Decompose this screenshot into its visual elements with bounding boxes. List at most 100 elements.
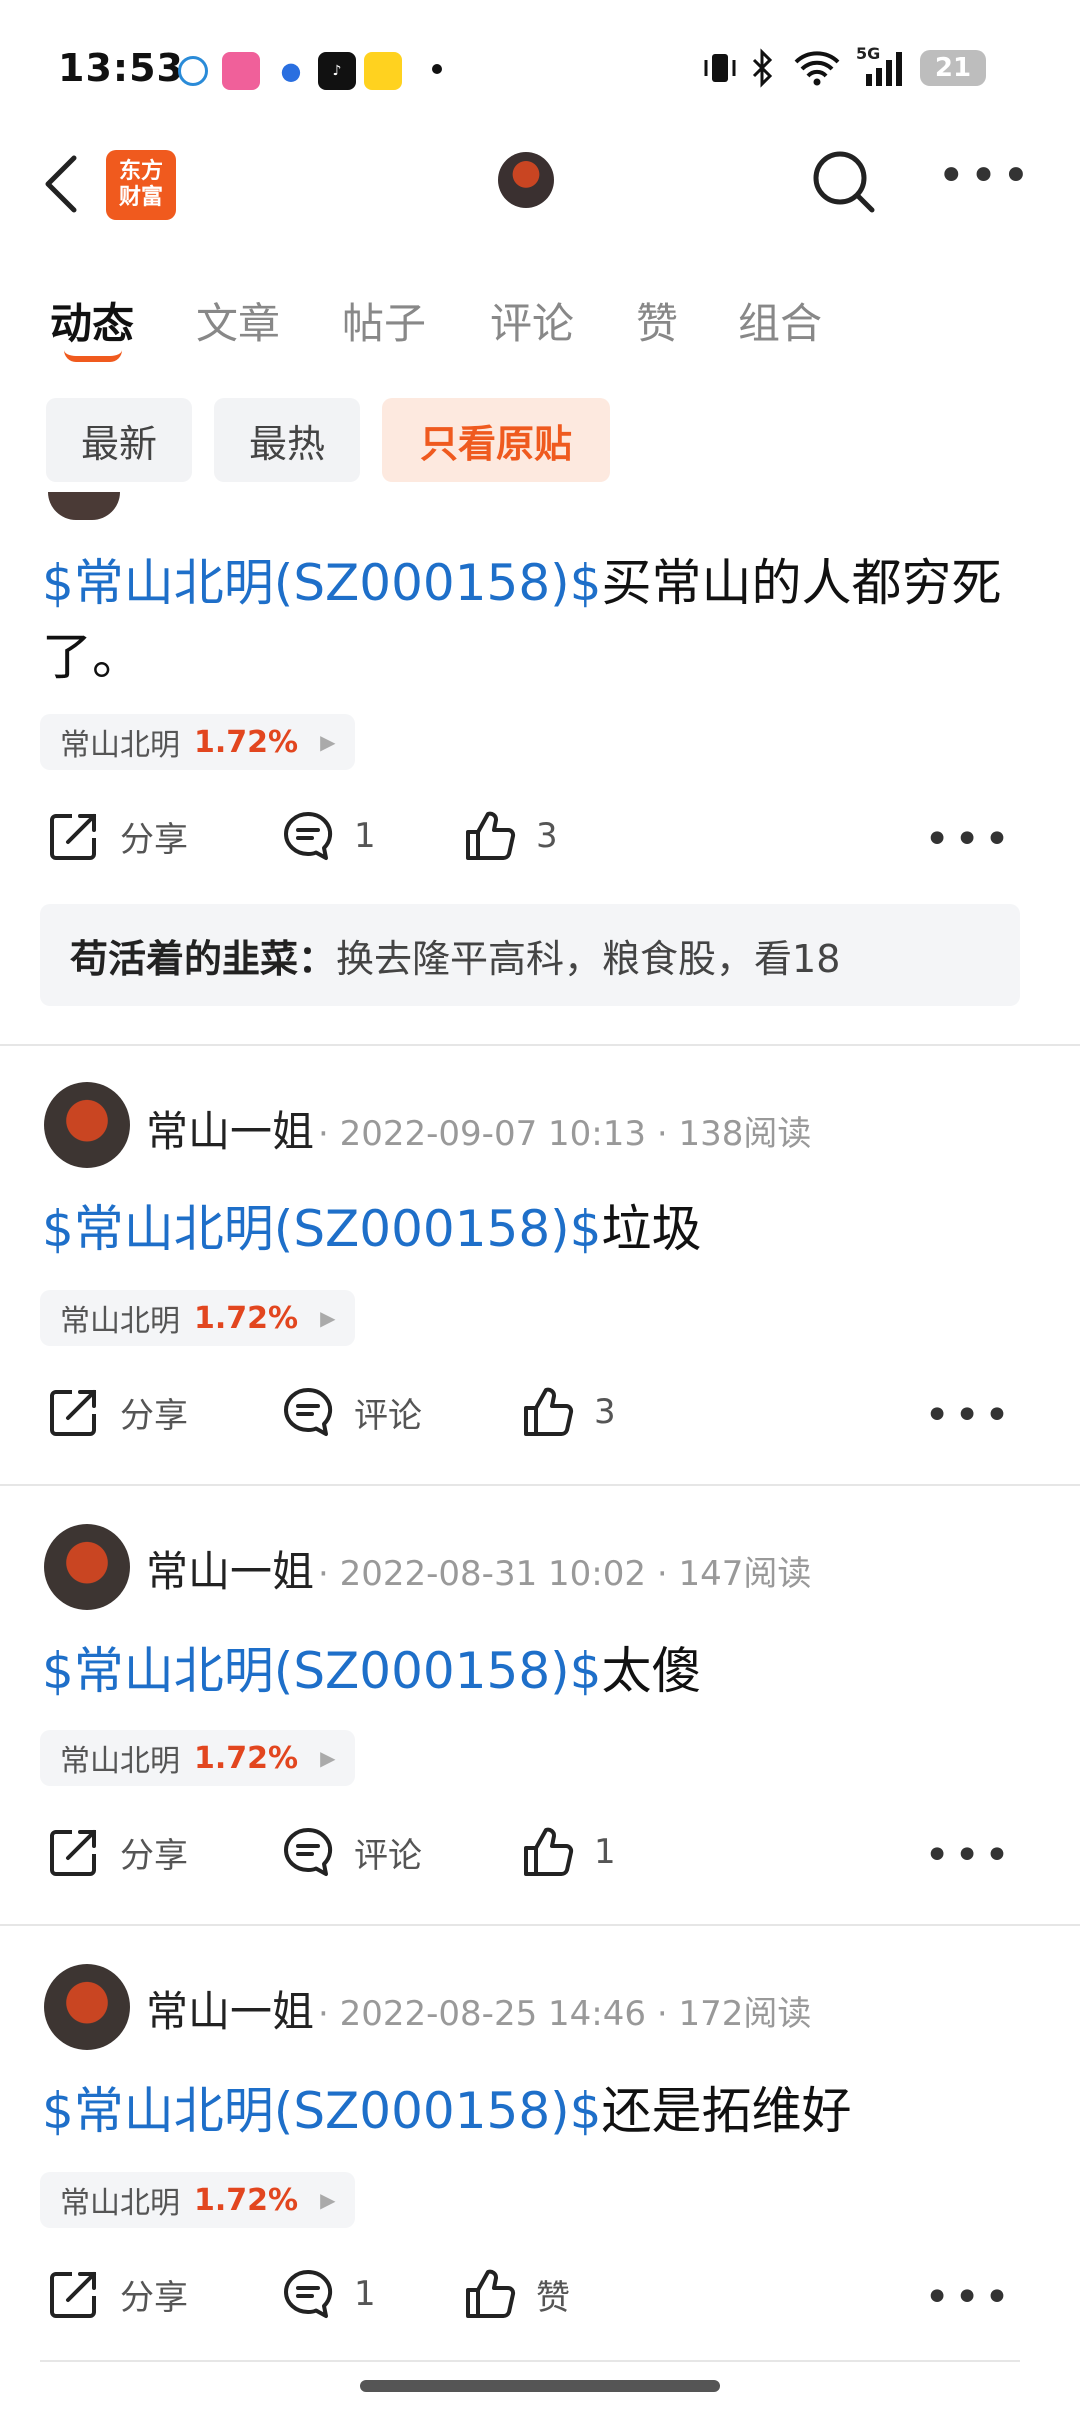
like-icon: [466, 2269, 516, 2318]
like-button[interactable]: 赞: [462, 2266, 570, 2322]
reply-text: 换去隆平高科，粮食股，看18: [336, 936, 841, 981]
post-text-cont: 了。: [42, 628, 142, 686]
back-icon[interactable]: [40, 152, 84, 216]
share-icon: [50, 1390, 96, 1436]
post-meta: · 2022-09-07 10:13 · 138阅读: [318, 1114, 812, 1154]
stock-tag-arrow-icon: ▶: [320, 1306, 336, 1330]
like-icon: [524, 1827, 574, 1876]
post-body: $常山北明(SZ000158)$垃圾: [42, 1192, 1042, 1266]
post-text: 买常山的人都穷死: [601, 554, 1002, 612]
stock-link[interactable]: $常山北明(SZ000158)$: [42, 1642, 602, 1700]
stock-link[interactable]: $常山北明(SZ000158)$: [42, 1200, 602, 1258]
filter-original-only[interactable]: 只看原贴: [382, 398, 610, 482]
post-more-icon[interactable]: •••: [924, 2272, 1014, 2323]
status-bar: 13:53 ● ♪ 5G 21: [0, 0, 1080, 140]
stock-tag-name: 常山北明: [60, 2186, 180, 2221]
post-text: 太傻: [601, 1642, 702, 1700]
like-label: 赞: [536, 2277, 570, 2318]
share-label: 分享: [120, 819, 188, 860]
like-icon: [524, 1387, 574, 1436]
filter-hottest[interactable]: 最热: [214, 398, 360, 482]
post-text: 垃圾: [601, 1200, 702, 1258]
stock-tag-arrow-icon: ▶: [320, 2188, 336, 2212]
vibrate-icon: [704, 54, 736, 82]
like-button[interactable]: 3: [462, 808, 558, 864]
tab-tiezi[interactable]: 帖子: [342, 290, 426, 351]
more-menu-icon[interactable]: •••: [937, 148, 1034, 204]
like-button[interactable]: 1: [520, 1824, 616, 1880]
hot-reply[interactable]: 苟活着的韭菜： 换去隆平高科，粮食股，看18: [40, 904, 1020, 1006]
stock-link[interactable]: $常山北明(SZ000158)$: [42, 2082, 602, 2140]
status-time: 13:53: [58, 46, 184, 90]
post-username[interactable]: 常山一姐: [146, 1538, 314, 1599]
stock-tag[interactable]: 常山北明 1.72% ▶: [40, 1290, 356, 1346]
signal-icon: [866, 52, 902, 86]
tab-wenzhang[interactable]: 文章: [196, 290, 280, 351]
share-button[interactable]: 分享: [46, 1824, 188, 1880]
active-tab-indicator: [64, 350, 122, 362]
search-icon[interactable]: [808, 146, 880, 218]
tab-pinglun[interactable]: 评论: [490, 290, 574, 351]
post-avatar[interactable]: [48, 492, 120, 520]
reply-user: 苟活着的韭菜：: [70, 936, 337, 981]
stock-tag-name: 常山北明: [60, 1304, 180, 1339]
comment-icon: [284, 2269, 333, 2318]
post-more-icon[interactable]: •••: [924, 814, 1014, 865]
tab-zuhe[interactable]: 组合: [738, 290, 822, 351]
post-avatar[interactable]: [44, 1964, 130, 2050]
post-meta: · 2022-08-31 10:02 · 147阅读: [318, 1554, 812, 1594]
share-icon: [50, 1830, 96, 1876]
share-button[interactable]: 分享: [46, 1384, 188, 1440]
stock-tag-change: 1.72%: [194, 1740, 299, 1776]
like-count: 3: [536, 816, 558, 856]
post-username[interactable]: 常山一姐: [146, 1098, 314, 1159]
comment-button[interactable]: 评论: [280, 1824, 422, 1880]
app-notification-icon: [178, 56, 208, 86]
divider: [0, 1924, 1080, 1926]
tab-dongtai[interactable]: 动态: [50, 290, 134, 351]
filter-latest[interactable]: 最新: [46, 398, 192, 482]
stock-tag[interactable]: 常山北明 1.72% ▶: [40, 2172, 356, 2228]
more-notifications-dot: [432, 64, 442, 74]
share-button[interactable]: 分享: [46, 808, 188, 864]
post-username[interactable]: 常山一姐: [146, 1978, 314, 2039]
stock-tag-arrow-icon: ▶: [320, 1746, 336, 1770]
post-avatar[interactable]: [44, 1524, 130, 1610]
post-avatar[interactable]: [44, 1082, 130, 1168]
post-time: 2022-08-31 10:02: [339, 1554, 647, 1594]
stock-tag[interactable]: 常山北明 1.72% ▶: [40, 1730, 356, 1786]
comment-count: 1: [354, 816, 376, 856]
share-label: 分享: [120, 1395, 188, 1436]
profile-avatar[interactable]: [498, 152, 554, 208]
share-icon: [50, 814, 96, 860]
stock-tag-change: 1.72%: [194, 724, 299, 760]
post-meta: · 2022-08-25 14:46 · 172阅读: [318, 1994, 812, 2034]
stock-tag-arrow-icon: ▶: [320, 730, 336, 754]
comment-button[interactable]: 1: [280, 808, 376, 864]
post-more-icon[interactable]: •••: [924, 1390, 1014, 1441]
stock-tag-change: 1.72%: [194, 1300, 299, 1336]
comment-button[interactable]: 1: [280, 2266, 376, 2322]
wifi-icon: [794, 51, 840, 86]
post-body: $常山北明(SZ000158)$买常山的人都穷死 了。: [42, 546, 1042, 694]
stock-tag[interactable]: 常山北明 1.72% ▶: [40, 714, 356, 770]
tab-zan[interactable]: 赞: [636, 290, 678, 351]
stock-link[interactable]: $常山北明(SZ000158)$: [42, 554, 602, 612]
divider: [0, 1484, 1080, 1486]
like-button[interactable]: 3: [520, 1384, 616, 1440]
post-reads: 147阅读: [678, 1554, 812, 1594]
comment-label: 评论: [354, 1835, 422, 1876]
comment-button[interactable]: 评论: [280, 1384, 422, 1440]
post-body: $常山北明(SZ000158)$还是拓维好: [42, 2074, 1042, 2148]
baidu-icon: ●: [272, 52, 310, 90]
like-count: 1: [594, 1832, 616, 1872]
meituan-icon: [364, 52, 402, 90]
post-more-icon[interactable]: •••: [924, 1830, 1014, 1881]
share-button[interactable]: 分享: [46, 2266, 188, 2322]
home-indicator[interactable]: [360, 2380, 720, 2392]
share-label: 分享: [120, 1835, 188, 1876]
divider: [40, 2360, 1020, 2362]
stock-tag-change: 1.72%: [194, 2182, 299, 2218]
post-reads: 172阅读: [678, 1994, 812, 2034]
post-reads: 138阅读: [678, 1114, 812, 1154]
